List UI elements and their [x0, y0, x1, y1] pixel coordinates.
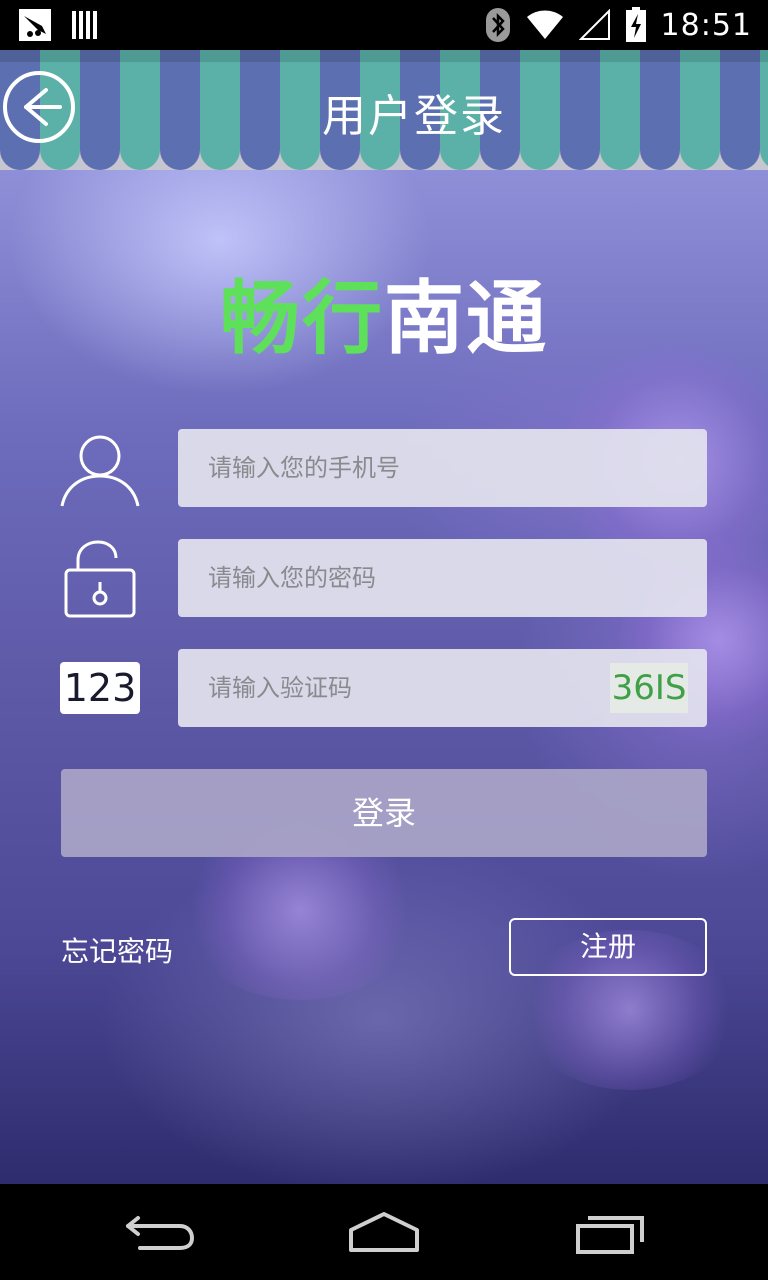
unlock-icon [64, 540, 136, 618]
bluetooth-icon [485, 8, 510, 42]
user-icon [60, 435, 140, 507]
battery-icon [625, 7, 646, 42]
barcode-icon [72, 11, 97, 39]
wifi-icon [526, 10, 563, 40]
status-bar: 18:51 [0, 0, 768, 50]
logo-part1: 畅行 [220, 272, 384, 365]
logo-part2: 南通 [384, 272, 548, 365]
notification-icon [19, 9, 51, 41]
home-nav-icon[interactable] [339, 1202, 429, 1262]
code-badge: 123 [60, 662, 140, 714]
login-content: 畅行南通 123 36IS 登录 忘记密码 注册 [0, 170, 768, 1184]
screen: 18:51 用户登录 畅行南通 请输入您的手机号 123 请输入验证码 36IS… [0, 0, 768, 1280]
status-right-icons: 18:51 [485, 0, 752, 50]
phone-input[interactable] [178, 429, 707, 507]
back-nav-icon[interactable] [116, 1202, 206, 1262]
status-left-icons [18, 8, 98, 42]
app-logo: 畅行南通 [0, 254, 768, 370]
login-button[interactable]: 登录 [61, 769, 707, 857]
password-input[interactable] [178, 539, 707, 617]
recents-nav-icon[interactable] [566, 1202, 656, 1262]
signal-icon [578, 9, 610, 40]
page-title: 用户登录 [322, 91, 506, 142]
nav-bar [0, 1184, 768, 1280]
forgot-password-link[interactable]: 忘记密码 [61, 930, 173, 970]
clock: 18:51 [660, 7, 752, 43]
register-button[interactable]: 注册 [509, 918, 707, 976]
header: 用户登录 [0, 50, 768, 170]
captcha-image[interactable]: 36IS [610, 663, 688, 713]
